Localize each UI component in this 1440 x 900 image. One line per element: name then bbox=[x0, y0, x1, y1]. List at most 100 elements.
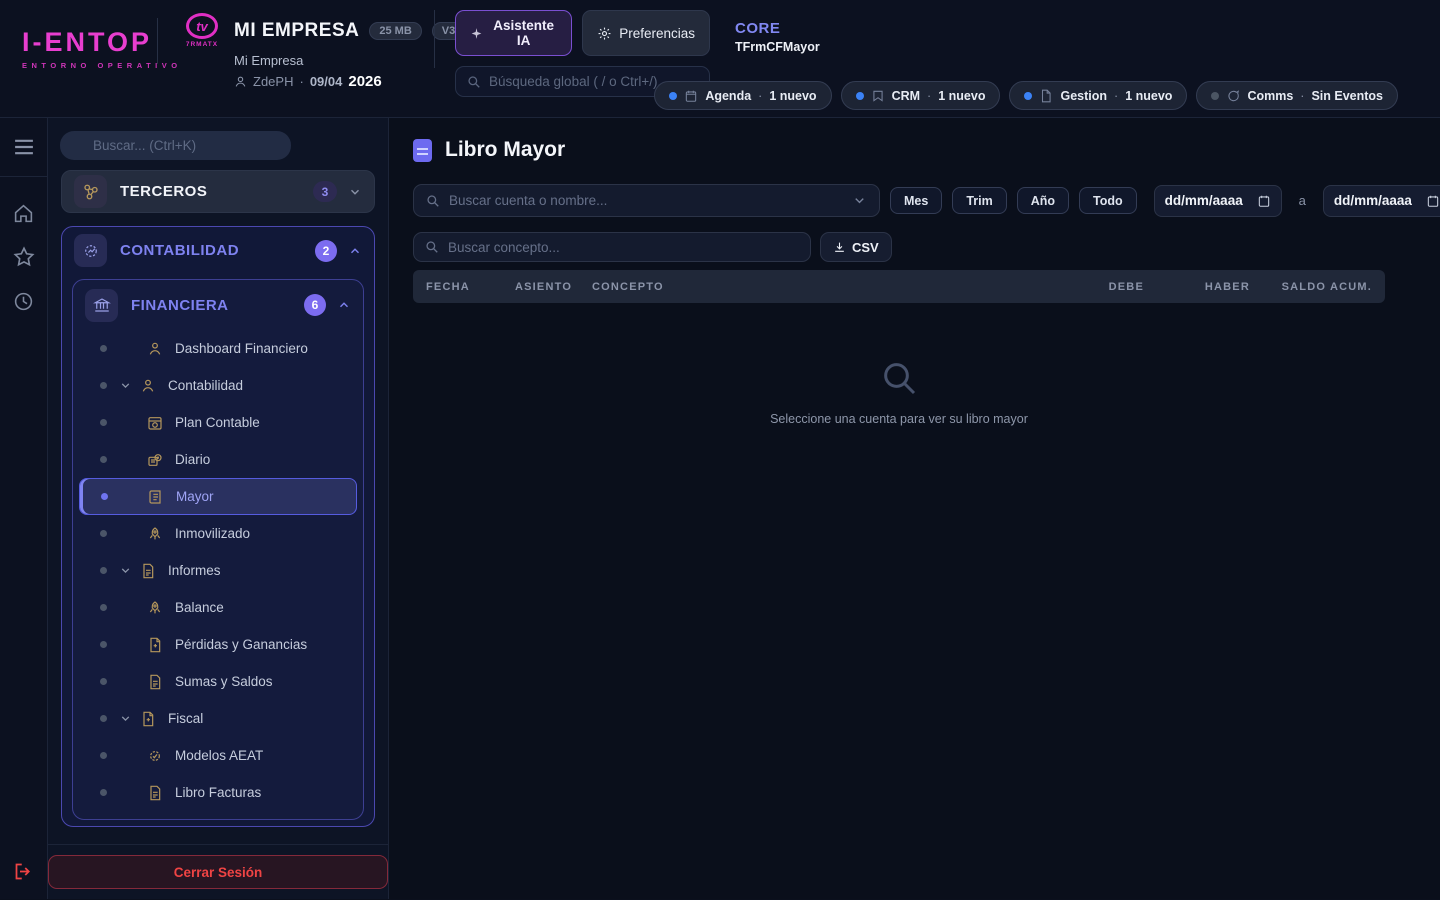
sidebar-item-inmovilizado[interactable]: Inmovilizado bbox=[79, 515, 357, 552]
ledger-page-icon bbox=[413, 139, 432, 162]
period-mes-button[interactable]: Mes bbox=[890, 187, 942, 214]
bullet-dot bbox=[100, 345, 107, 352]
sidebar: Buscar... (Ctrl+K) TERCEROS 3 CONTABIL bbox=[48, 118, 389, 899]
sidebar-item-modelos-aeat[interactable]: Modelos AEAT bbox=[79, 737, 357, 774]
header-divider bbox=[157, 18, 158, 64]
person-chart-icon bbox=[140, 378, 156, 394]
favorites-star-icon[interactable] bbox=[0, 235, 48, 279]
report-doc-icon bbox=[140, 563, 156, 579]
event-pills: Agenda · 1 nuevo CRM · 1 nuevo Gestion ·… bbox=[654, 81, 1398, 110]
username: ZdePH bbox=[253, 74, 293, 89]
calendar-icon[interactable] bbox=[1257, 194, 1271, 208]
menu-toggle-button[interactable] bbox=[0, 118, 48, 176]
rail-divider bbox=[0, 176, 48, 177]
coin-note-icon bbox=[147, 452, 163, 468]
bullet-dot bbox=[101, 493, 108, 500]
meta-separator: · bbox=[299, 74, 303, 89]
main-content: Libro Mayor Buscar cuenta o nombre... Me… bbox=[389, 118, 1440, 899]
company-name: MI EMPRESA bbox=[234, 20, 359, 42]
chevron-down-icon bbox=[852, 193, 867, 208]
sidebar-item-plan-contable[interactable]: Plan Contable bbox=[79, 404, 357, 441]
chevron-down-icon bbox=[348, 185, 362, 199]
bullet-dot bbox=[100, 715, 107, 722]
sidebar-section-contabilidad-card: CONTABILIDAD 2 FINANCIERA 6 bbox=[61, 226, 375, 827]
history-clock-icon[interactable] bbox=[0, 279, 48, 323]
calendar-icon bbox=[684, 89, 698, 103]
sidebar-item-balance[interactable]: Balance bbox=[79, 589, 357, 626]
sidebar-item-fiscal[interactable]: Fiscal bbox=[79, 700, 357, 737]
sidebar-item-mayor[interactable]: Mayor bbox=[79, 478, 357, 515]
pill-comms[interactable]: Comms · Sin Eventos bbox=[1196, 81, 1398, 110]
person-chart-icon bbox=[147, 341, 163, 357]
sidebar-item-dashboard-financiero[interactable]: Dashboard Financiero bbox=[79, 330, 357, 367]
ai-assistant-button[interactable]: Asistente IA bbox=[455, 10, 572, 56]
pill-crm[interactable]: CRM · 1 nuevo bbox=[841, 81, 1001, 110]
ledger-book-icon bbox=[148, 489, 164, 505]
document-icon bbox=[1039, 89, 1053, 103]
core-context: CORE TFrmCFMayor bbox=[735, 20, 820, 54]
sidebar-scroll-area[interactable]: TERCEROS 3 CONTABILIDAD 2 bbox=[48, 170, 388, 844]
terceros-network-icon bbox=[74, 175, 107, 208]
sidebar-section-contabilidad[interactable]: CONTABILIDAD 2 bbox=[62, 227, 374, 274]
bookmark-icon bbox=[871, 89, 885, 103]
coin-calendar-icon bbox=[147, 415, 163, 431]
pill-agenda[interactable]: Agenda · 1 nuevo bbox=[654, 81, 831, 110]
user-icon bbox=[234, 75, 247, 88]
calendar-icon[interactable] bbox=[1426, 194, 1440, 208]
preferences-button[interactable]: Preferencias bbox=[582, 10, 710, 56]
home-icon[interactable] bbox=[0, 191, 48, 235]
chevron-down-icon bbox=[119, 712, 134, 725]
date-to-input[interactable]: dd/mm/aaaa bbox=[1323, 185, 1440, 217]
sidebar-section-terceros[interactable]: TERCEROS 3 bbox=[61, 170, 375, 213]
sidebar-item-informes[interactable]: Informes bbox=[79, 552, 357, 589]
export-csv-button[interactable]: CSV bbox=[820, 232, 892, 262]
bullet-dot bbox=[100, 789, 107, 796]
session-date: 09/04 bbox=[310, 74, 343, 89]
rocket-icon bbox=[147, 526, 163, 542]
company-block: tv 7RMATX MI EMPRESA 25 MB V31 Mi Empres… bbox=[180, 13, 471, 90]
period-ano-button[interactable]: Año bbox=[1017, 187, 1069, 214]
pill-gestion[interactable]: Gestion · 1 nuevo bbox=[1009, 81, 1187, 110]
sidebar-section-financiera[interactable]: FINANCIERA 6 bbox=[73, 280, 363, 330]
logout-button[interactable]: Cerrar Sesión bbox=[48, 855, 388, 889]
date-range-separator: a bbox=[1299, 193, 1306, 208]
search-icon bbox=[467, 75, 481, 89]
app-header: I-ENTOP ENTORNO OPERATIVO tv 7RMATX MI E… bbox=[0, 0, 1440, 118]
column-header-saldo-acum: SALDO ACUM. bbox=[1250, 281, 1372, 293]
sidebar-item-libro-facturas[interactable]: Libro Facturas bbox=[79, 774, 357, 811]
concept-search-input[interactable]: Buscar concepto... bbox=[413, 232, 811, 262]
account-search-select[interactable]: Buscar cuenta o nombre... bbox=[413, 184, 880, 217]
column-header-concepto: CONCEPTO bbox=[592, 281, 1038, 293]
column-header-haber: HABER bbox=[1144, 281, 1250, 293]
sparkle-icon bbox=[470, 27, 483, 40]
bullet-dot bbox=[100, 456, 107, 463]
terceros-badge: 3 bbox=[313, 181, 337, 202]
page-title: Libro Mayor bbox=[445, 138, 565, 162]
status-dot bbox=[1211, 92, 1219, 100]
sidebar-item-contabilidad[interactable]: Contabilidad bbox=[79, 367, 357, 404]
empty-state: Seleccione una cuenta para ver su libro … bbox=[413, 358, 1385, 426]
sidebar-item-diario[interactable]: Diario bbox=[79, 441, 357, 478]
chevron-down-icon bbox=[119, 379, 134, 392]
column-header-asiento: ASIENTO bbox=[515, 281, 592, 293]
period-trim-button[interactable]: Trim bbox=[952, 187, 1006, 214]
stamp-gear-icon bbox=[147, 748, 163, 764]
bullet-dot bbox=[100, 567, 107, 574]
logout-icon[interactable] bbox=[0, 843, 48, 899]
sidebar-item-perdidas-ganancias[interactable]: Pérdidas y Ganancias bbox=[79, 626, 357, 663]
status-dot bbox=[1024, 92, 1032, 100]
bank-icon bbox=[85, 289, 118, 322]
status-dot bbox=[669, 92, 677, 100]
chevron-down-icon bbox=[119, 564, 134, 577]
period-todo-button[interactable]: Todo bbox=[1079, 187, 1137, 214]
sidebar-section-financiera-card: FINANCIERA 6 Dashboard Financiero bbox=[72, 279, 364, 820]
search-icon bbox=[425, 240, 439, 254]
bullet-dot bbox=[100, 678, 107, 685]
chevron-up-icon bbox=[337, 298, 351, 312]
sidebar-search-input[interactable]: Buscar... (Ctrl+K) bbox=[60, 131, 291, 160]
company-subtitle: Mi Empresa bbox=[234, 53, 471, 68]
date-from-input[interactable]: dd/mm/aaaa bbox=[1154, 185, 1282, 217]
rocket-icon bbox=[147, 600, 163, 616]
sidebar-item-sumas-saldos[interactable]: Sumas y Saldos bbox=[79, 663, 357, 700]
empty-state-message: Seleccione una cuenta para ver su libro … bbox=[770, 412, 1028, 426]
